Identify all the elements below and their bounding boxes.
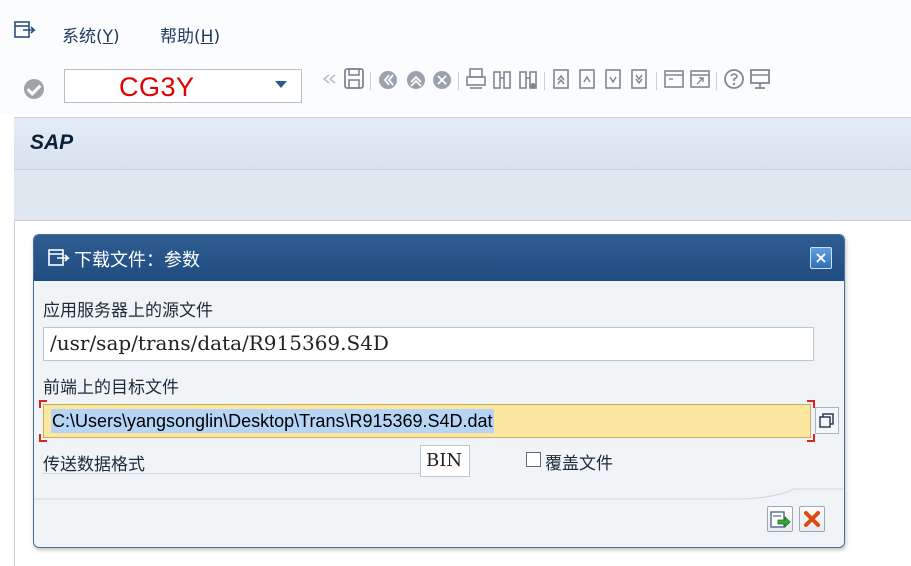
command-field-text: CG3Y xyxy=(119,72,195,102)
layout-icon[interactable] xyxy=(748,64,772,94)
save-icon[interactable] xyxy=(342,64,366,94)
menu-system-label: 系统( xyxy=(62,27,103,47)
menu-help-label: 帮助( xyxy=(160,27,201,47)
screen-title: SAP xyxy=(30,131,74,154)
dialog-title-bar: 下载文件：参数 × xyxy=(34,235,844,281)
screen-title-bar xyxy=(14,117,911,169)
shortcut-icon[interactable] xyxy=(688,64,712,94)
nav-back-icon[interactable] xyxy=(376,64,400,94)
download-file-dialog: 下载文件：参数 × 应用服务器上的源文件 /usr/sap/trans/data… xyxy=(33,234,845,548)
source-file-input[interactable]: /usr/sap/trans/data/R915369.S4D xyxy=(43,327,814,361)
last-page-icon[interactable] xyxy=(628,64,652,94)
dialog-title: 下载文件：参数 xyxy=(74,250,200,271)
menu-bar: 系统(Y) 帮助(H) xyxy=(0,0,911,56)
continue-icon xyxy=(770,511,791,528)
command-dropdown-icon[interactable] xyxy=(275,81,287,88)
menu-help-hotkey: H xyxy=(200,27,214,47)
dialog-menu-icon[interactable] xyxy=(48,249,70,267)
cancel-icon xyxy=(804,511,820,527)
application-toolbar xyxy=(14,169,911,221)
menu-system-end: ) xyxy=(113,27,120,47)
required-marker-br xyxy=(807,434,815,442)
value-help-button[interactable] xyxy=(815,407,839,434)
value-help-icon xyxy=(819,413,834,428)
menu-toggle-icon[interactable] xyxy=(14,21,36,39)
menu-help[interactable]: 帮助(H) xyxy=(160,22,220,47)
target-file-label: 前端上的目标文件 xyxy=(43,378,179,398)
menu-help-end: ) xyxy=(213,27,221,47)
first-page-icon[interactable] xyxy=(550,64,574,94)
next-page-icon[interactable] xyxy=(602,64,626,94)
menu-system[interactable]: 系统(Y) xyxy=(62,22,120,47)
prev-page-icon[interactable] xyxy=(576,64,600,94)
format-label: 传送数据格式 xyxy=(43,455,145,475)
cancel-button[interactable] xyxy=(799,506,825,532)
find-next-icon[interactable] xyxy=(516,64,540,94)
find-icon[interactable] xyxy=(490,64,514,94)
source-file-label: 应用服务器上的源文件 xyxy=(43,301,213,321)
overwrite-checkbox[interactable] xyxy=(526,452,541,467)
source-file-value: /usr/sap/trans/data/R915369.S4D xyxy=(50,331,389,355)
format-input[interactable]: BIN xyxy=(420,445,470,477)
nav-cancel-icon[interactable] xyxy=(430,64,454,94)
back-icon[interactable] xyxy=(318,64,342,94)
required-marker-bl xyxy=(39,434,47,442)
command-field[interactable]: CG3Y xyxy=(64,69,302,103)
dialog-close-button[interactable]: × xyxy=(810,247,832,269)
nav-exit-icon[interactable] xyxy=(404,64,428,94)
overwrite-label: 覆盖文件 xyxy=(545,454,613,474)
print-icon[interactable] xyxy=(464,64,488,94)
close-icon: × xyxy=(814,248,828,267)
target-file-input[interactable]: C:\Users\yangsonglin\Desktop\Trans\R9153… xyxy=(43,404,811,438)
dialog-footer-divider xyxy=(34,488,844,500)
menu-system-hotkey: Y xyxy=(102,27,114,47)
screen-border xyxy=(14,221,15,566)
continue-button[interactable] xyxy=(767,506,793,532)
help-icon[interactable] xyxy=(722,64,746,94)
required-marker-tr xyxy=(807,400,815,408)
format-label-underline xyxy=(43,473,423,474)
create-session-icon[interactable] xyxy=(662,64,686,94)
required-marker-tl xyxy=(39,400,47,408)
format-value: BIN xyxy=(426,450,463,471)
enter-button[interactable] xyxy=(24,79,44,99)
target-file-value: C:\Users\yangsonglin\Desktop\Trans\R9153… xyxy=(51,409,494,433)
